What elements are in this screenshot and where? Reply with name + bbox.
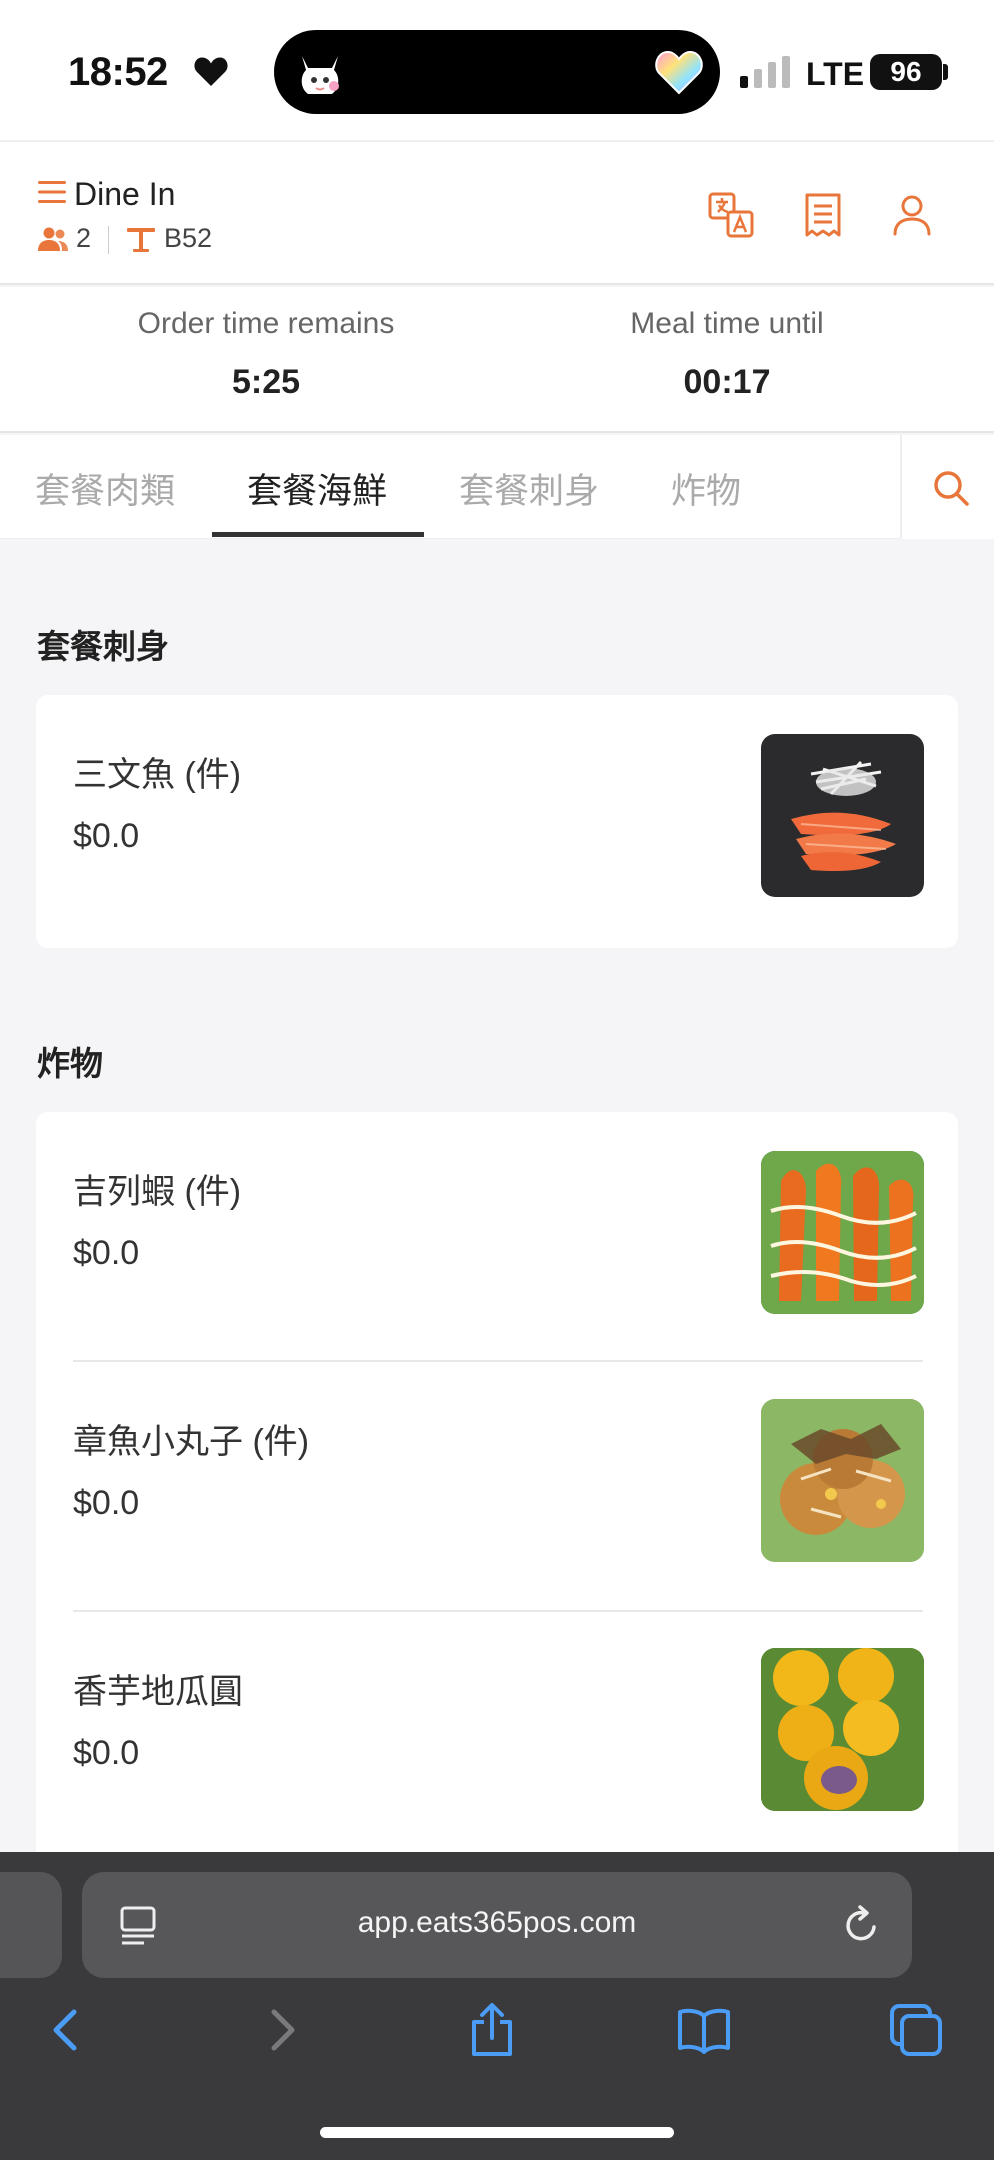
back-icon[interactable] bbox=[38, 2002, 94, 2058]
divider bbox=[108, 226, 109, 254]
menu-item[interactable]: 章魚小丸子 (件) $0.0 bbox=[36, 1362, 958, 1610]
item-price: $0.0 bbox=[73, 1734, 140, 1772]
active-tab-indicator bbox=[212, 532, 424, 537]
battery-indicator: 96 bbox=[870, 54, 942, 90]
section-title-fried: 炸物 bbox=[37, 1045, 103, 1082]
dining-mode-label[interactable]: Dine In bbox=[74, 176, 175, 213]
item-price: $0.0 bbox=[73, 817, 140, 855]
user-icon[interactable] bbox=[889, 192, 935, 238]
home-indicator[interactable] bbox=[320, 2127, 674, 2138]
menu-icon[interactable] bbox=[38, 180, 66, 204]
url-text[interactable]: app.eats365pos.com bbox=[82, 1906, 912, 1940]
dynamic-island bbox=[274, 30, 720, 114]
item-name: 章魚小丸子 (件) bbox=[73, 1423, 310, 1461]
status-bar: 18:52 LTE 96 bbox=[0, 0, 994, 140]
signal-icon bbox=[740, 56, 790, 88]
table-icon bbox=[127, 228, 155, 252]
translate-icon[interactable] bbox=[708, 192, 754, 238]
order-timer: Order time remains 5:25 bbox=[36, 307, 496, 402]
order-timer-value: 5:25 bbox=[231, 363, 301, 401]
browser-toolbar: app.eats365pos.com bbox=[0, 1852, 994, 2160]
order-timer-label: Order time remains bbox=[137, 307, 395, 340]
app-header: Dine In 2 B52 bbox=[0, 140, 994, 285]
tab-fried[interactable]: 炸物 bbox=[671, 463, 741, 514]
item-name: 吉列蝦 (件) bbox=[73, 1173, 242, 1211]
menu-card-sashimi: 三文魚 (件) $0.0 bbox=[36, 695, 958, 948]
menu-item[interactable]: 三文魚 (件) $0.0 bbox=[36, 695, 958, 943]
guests-icon bbox=[38, 227, 68, 251]
search-button[interactable] bbox=[900, 435, 994, 539]
rainbow-heart-icon bbox=[655, 50, 703, 95]
table-name: B52 bbox=[164, 223, 213, 253]
receipt-icon[interactable] bbox=[800, 192, 846, 238]
item-photo-salmon bbox=[761, 734, 924, 897]
search-icon[interactable] bbox=[932, 469, 970, 507]
item-price: $0.0 bbox=[73, 1234, 140, 1272]
network-type: LTE bbox=[806, 56, 865, 92]
previous-tab-preview[interactable] bbox=[0, 1872, 62, 1978]
battery-tip bbox=[943, 64, 948, 80]
tabs-icon[interactable] bbox=[888, 2002, 944, 2058]
menu-item[interactable]: 香芋地瓜圓 $0.0 bbox=[36, 1612, 958, 1860]
status-time: 18:52 bbox=[68, 50, 168, 94]
item-photo-taro-balls bbox=[761, 1648, 924, 1811]
item-name: 三文魚 (件) bbox=[73, 756, 242, 794]
reload-icon[interactable] bbox=[842, 1904, 882, 1946]
address-bar[interactable]: app.eats365pos.com bbox=[82, 1872, 912, 1978]
heart-icon bbox=[194, 57, 228, 86]
tab-set-meat[interactable]: 套餐肉類 bbox=[35, 463, 175, 514]
item-price: $0.0 bbox=[73, 1484, 140, 1522]
forward-icon[interactable] bbox=[254, 2002, 310, 2058]
category-tabs: 套餐肉類 套餐海鮮 套餐刺身 炸物 bbox=[0, 435, 994, 539]
cat-sticker-icon bbox=[301, 56, 339, 94]
timers-panel: Order time remains 5:25 Meal time until … bbox=[0, 287, 994, 433]
meal-timer: Meal time until 00:17 bbox=[497, 307, 957, 402]
share-icon[interactable] bbox=[464, 2002, 520, 2058]
tab-set-sashimi[interactable]: 套餐刺身 bbox=[459, 463, 599, 514]
item-name: 香芋地瓜圓 bbox=[73, 1673, 243, 1711]
item-photo-takoyaki bbox=[761, 1399, 924, 1562]
meal-timer-label: Meal time until bbox=[630, 307, 824, 340]
meal-timer-value: 00:17 bbox=[683, 363, 771, 401]
bookmarks-icon[interactable] bbox=[676, 2002, 732, 2058]
tab-set-seafood[interactable]: 套餐海鮮 bbox=[247, 463, 387, 514]
menu-item[interactable]: 吉列蝦 (件) $0.0 bbox=[36, 1112, 958, 1360]
item-photo-shrimp bbox=[761, 1151, 924, 1314]
section-title-sashimi: 套餐刺身 bbox=[37, 628, 169, 665]
menu-card-fried: 吉列蝦 (件) $0.0 章魚小丸子 (件) $0.0 香芋地瓜圓 $0.0 bbox=[36, 1112, 958, 1872]
guest-count: 2 bbox=[76, 223, 92, 253]
